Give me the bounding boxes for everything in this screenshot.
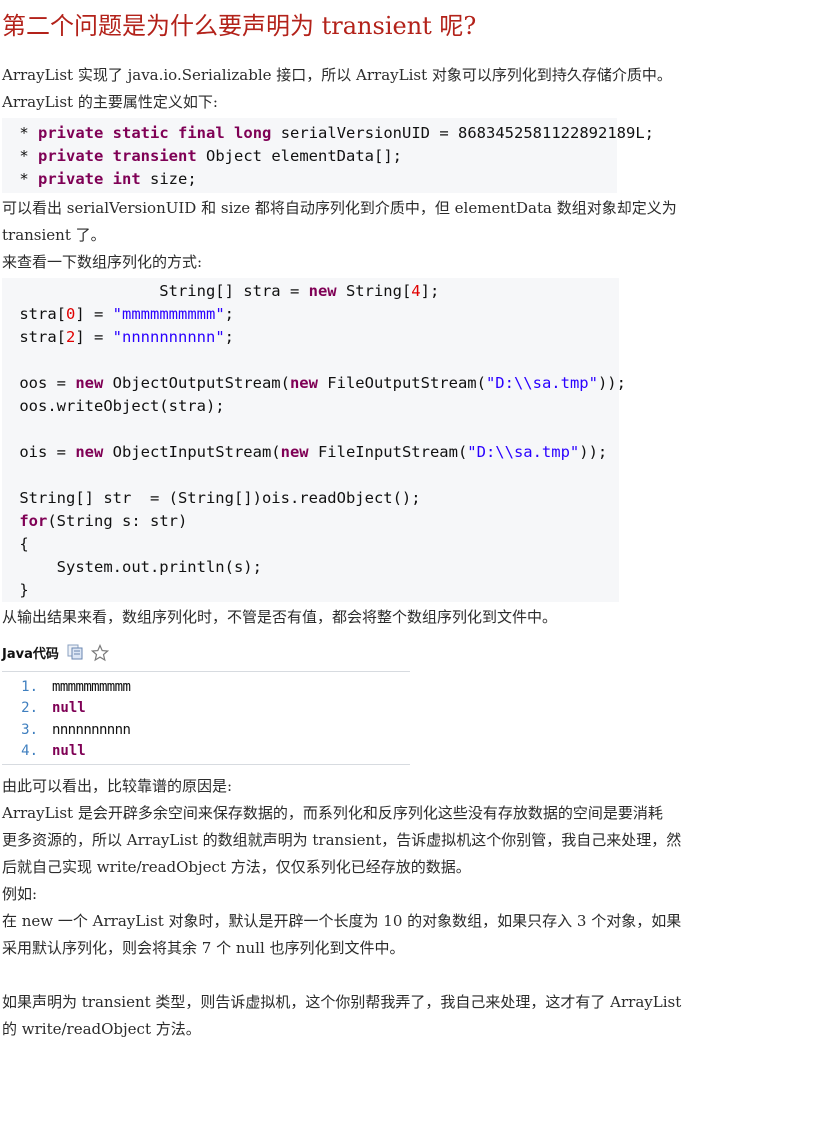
paragraph: 来查看一下数组序列化的方式: bbox=[2, 253, 203, 271]
paragraph: 的 write/readObject 方法。 bbox=[2, 1020, 201, 1038]
code-listing-header: Java代码 bbox=[2, 641, 821, 663]
article-title: 第二个问题是为什么要声明为 transient 呢? bbox=[2, 12, 477, 40]
paragraph: 更多资源的，所以 ArrayList 的数组就声明为 transient，告诉虚… bbox=[2, 831, 682, 849]
paragraph: 例如: bbox=[2, 885, 38, 903]
paragraph: 由此可以看出，比较靠谱的原因是: bbox=[2, 777, 233, 795]
list-item: 3. nnnnnnnnnn bbox=[21, 721, 131, 738]
list-item: 1. mmmmmmmmmm bbox=[21, 678, 131, 695]
code-listing-title: Java代码 bbox=[2, 646, 59, 662]
star-icon[interactable] bbox=[90, 643, 109, 662]
list-item: 2. null bbox=[21, 700, 86, 717]
code-block-serialization: String[] stra = new String[4]; stra[0] =… bbox=[2, 278, 626, 602]
paragraph: transient 了。 bbox=[2, 226, 106, 244]
paragraph: 可以看出 serialVersionUID 和 size 都将自动序列化到介质中… bbox=[2, 199, 677, 217]
paragraph: 采用默认序列化，则会将其余 7 个 null 也序列化到文件中。 bbox=[2, 939, 405, 957]
paragraph: 在 new 一个 ArrayList 对象时，默认是开辟一个长度为 10 的对象… bbox=[2, 912, 682, 930]
paragraph: 从输出结果来看，数组序列化时，不管是否有值，都会将整个数组序列化到文件中。 bbox=[2, 608, 558, 626]
output-listing: 1. mmmmmmmmmm 2. null 3. nnnnnnnnnn 4. n… bbox=[2, 671, 410, 765]
list-item: 4. null bbox=[21, 743, 86, 760]
paragraph: ArrayList 的主要属性定义如下: bbox=[2, 93, 218, 111]
code-block-fields: * private static final long serialVersio… bbox=[2, 118, 654, 193]
paragraph: ArrayList 实现了 java.io.Serializable 接口，所以… bbox=[2, 66, 672, 84]
paragraph: 如果声明为 transient 类型，则告诉虚拟机，这个你别帮我弄了，我自己来处… bbox=[2, 993, 682, 1011]
copy-icon[interactable] bbox=[67, 644, 83, 660]
paragraph: ArrayList 是会开辟多余空间来保存数据的，而系列化和反序列化这些没有存放… bbox=[2, 804, 663, 822]
article: 第二个问题是为什么要声明为 transient 呢? ArrayList 实现了… bbox=[0, 0, 821, 1043]
paragraph: 后就自己实现 write/readObject 方法，仅仅系列化已经存放的数据。 bbox=[2, 858, 471, 876]
